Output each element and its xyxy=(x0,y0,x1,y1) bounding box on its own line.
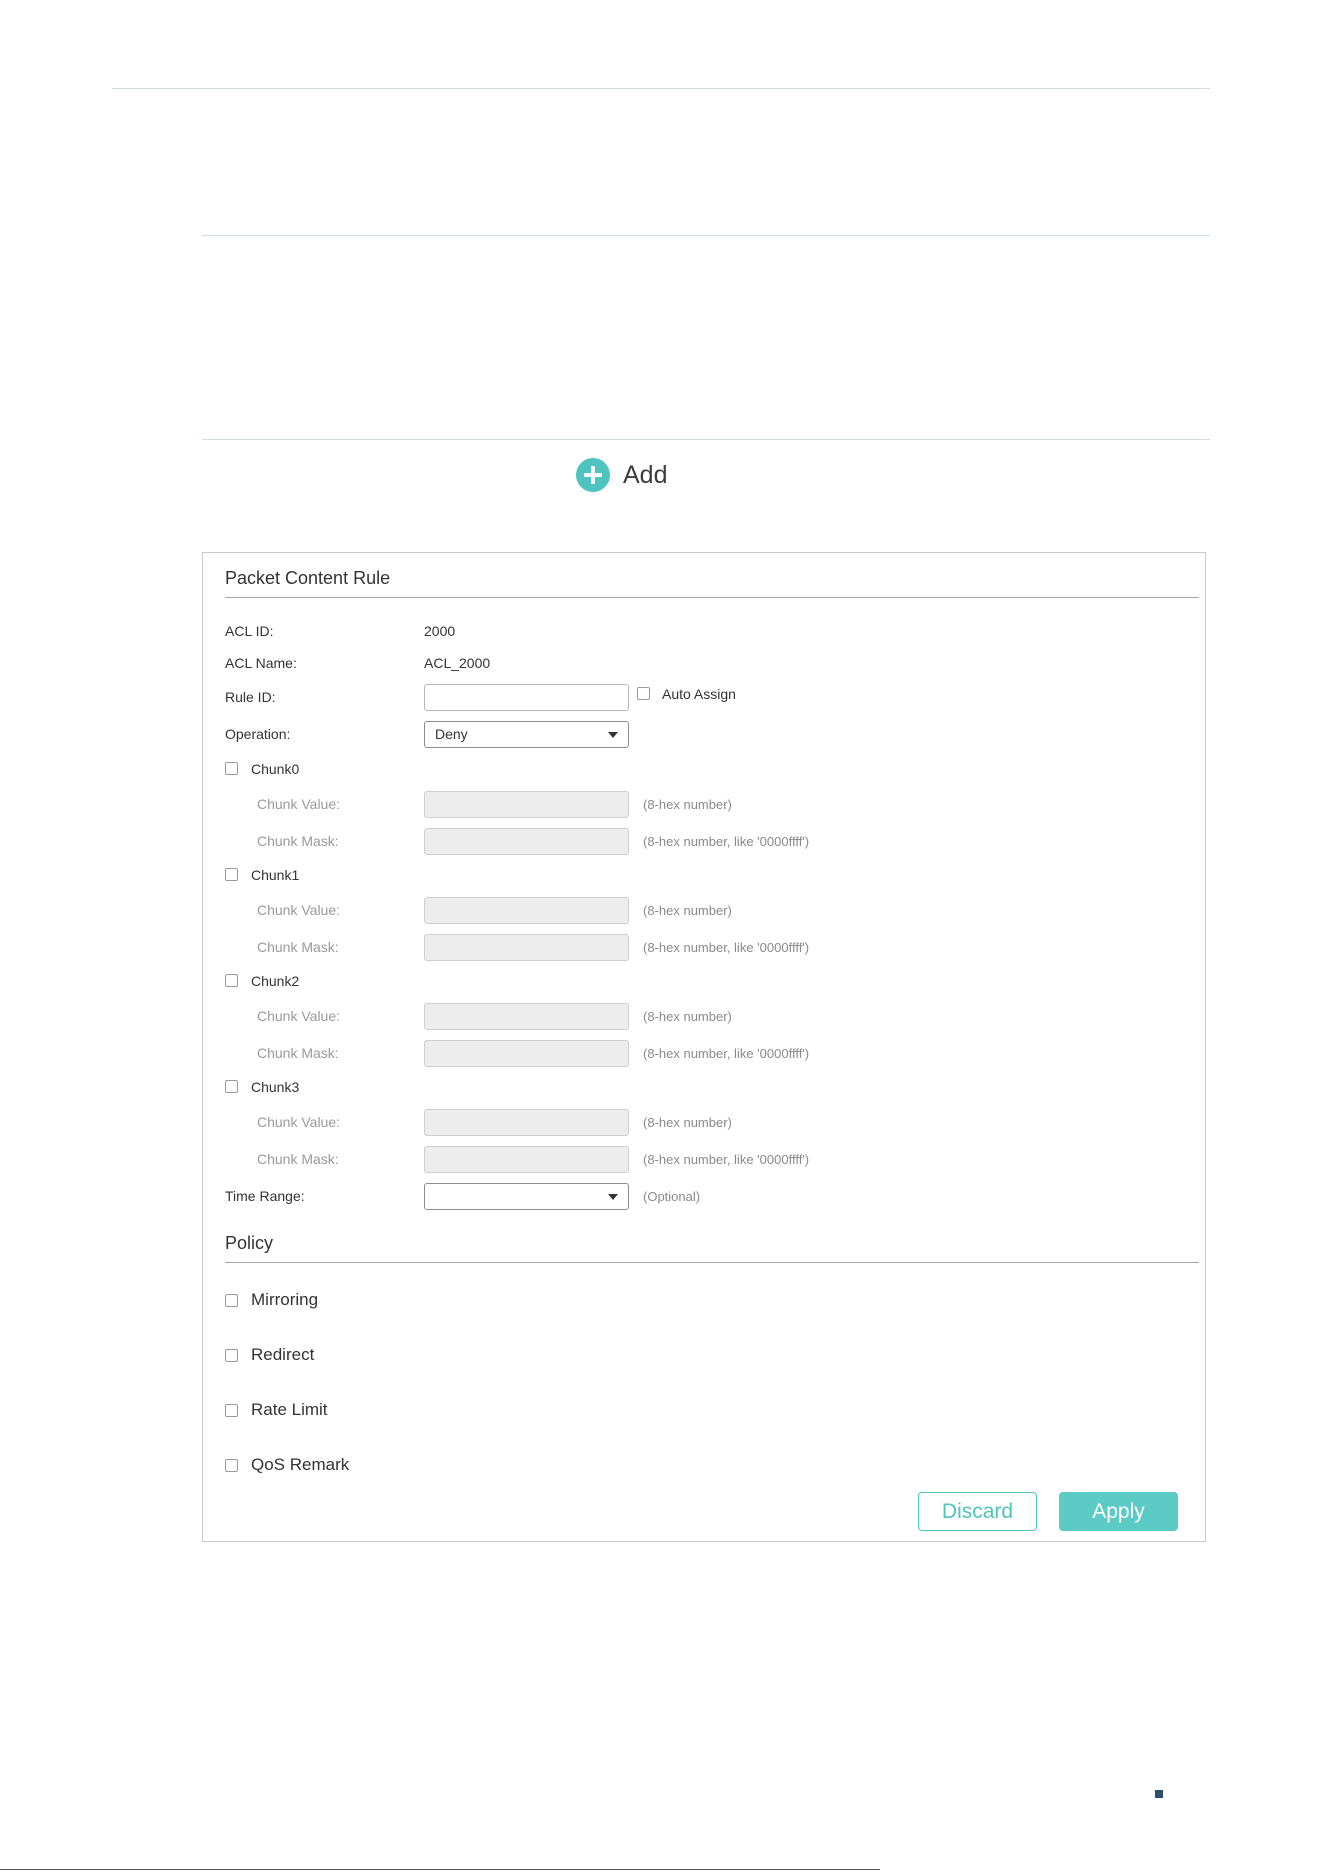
footer-line xyxy=(0,1869,880,1870)
time-range-hint: (Optional) xyxy=(643,1189,701,1204)
acl-id-value: 2000 xyxy=(424,623,456,639)
acl-id-label: ACL ID: xyxy=(225,623,274,639)
qos-remark-checkbox[interactable] xyxy=(225,1459,238,1472)
plus-circle-icon xyxy=(576,458,610,492)
section-underline xyxy=(225,597,1199,598)
acl-name-value: ACL_2000 xyxy=(424,655,491,671)
chunk3-label: Chunk3 xyxy=(251,1079,300,1095)
mirroring-label: Mirroring xyxy=(251,1290,319,1309)
chunk3-value-hint: (8-hex number) xyxy=(643,1115,732,1130)
chunk3-value-input[interactable] xyxy=(424,1109,629,1136)
chunk3-mask-label: Chunk Mask: xyxy=(257,1151,339,1167)
chunk1-value-input[interactable] xyxy=(424,897,629,924)
rule-id-input[interactable] xyxy=(424,684,629,711)
chunk0-mask-input[interactable] xyxy=(424,828,629,855)
operation-select[interactable]: Deny xyxy=(424,721,629,748)
chunk2-label: Chunk2 xyxy=(251,973,300,989)
discard-button[interactable]: Discard xyxy=(918,1492,1037,1531)
chevron-down-icon xyxy=(608,732,618,738)
chunk2-mask-input[interactable] xyxy=(424,1040,629,1067)
time-range-select[interactable] xyxy=(424,1183,629,1210)
section-title-packet-content-rule: Packet Content Rule xyxy=(225,568,391,588)
rate-limit-checkbox[interactable] xyxy=(225,1404,238,1417)
section-underline xyxy=(225,1262,1199,1263)
chunk1-checkbox[interactable] xyxy=(225,868,238,881)
chunk1-value-label: Chunk Value: xyxy=(257,902,341,918)
operation-selected-value: Deny xyxy=(435,726,468,742)
chunk3-checkbox[interactable] xyxy=(225,1080,238,1093)
page-marker xyxy=(1155,1790,1163,1798)
chunk2-mask-label: Chunk Mask: xyxy=(257,1045,339,1061)
chunk1-label: Chunk1 xyxy=(251,867,300,883)
auto-assign-checkbox[interactable] xyxy=(637,687,650,700)
add-label: Add xyxy=(623,460,668,489)
auto-assign-label: Auto Assign xyxy=(662,686,736,702)
chunk0-label: Chunk0 xyxy=(251,761,300,777)
redirect-checkbox[interactable] xyxy=(225,1349,238,1362)
chunk0-mask-hint: (8-hex number, like '0000ffff') xyxy=(643,834,810,849)
chevron-down-icon xyxy=(608,1194,618,1200)
mirroring-checkbox[interactable] xyxy=(225,1294,238,1307)
packet-content-rule-panel: Packet Content Rule ACL ID: 2000 ACL Nam… xyxy=(202,552,1206,1542)
chunk2-checkbox[interactable] xyxy=(225,974,238,987)
section-divider-2 xyxy=(202,439,1210,440)
rule-id-label: Rule ID: xyxy=(225,689,276,705)
add-button[interactable]: Add xyxy=(576,458,667,492)
chunk1-mask-input[interactable] xyxy=(424,934,629,961)
chunk1-mask-hint: (8-hex number, like '0000ffff') xyxy=(643,940,810,955)
chunk0-mask-label: Chunk Mask: xyxy=(257,833,339,849)
chunk2-value-input[interactable] xyxy=(424,1003,629,1030)
chunk1-mask-label: Chunk Mask: xyxy=(257,939,339,955)
rate-limit-label: Rate Limit xyxy=(251,1400,328,1419)
chunk1-value-hint: (8-hex number) xyxy=(643,903,732,918)
redirect-label: Redirect xyxy=(251,1345,315,1364)
chunk2-value-hint: (8-hex number) xyxy=(643,1009,732,1024)
chunk0-checkbox[interactable] xyxy=(225,762,238,775)
operation-label: Operation: xyxy=(225,726,291,742)
chunk2-value-label: Chunk Value: xyxy=(257,1008,341,1024)
top-divider xyxy=(112,88,1210,89)
section-divider-1 xyxy=(202,235,1210,236)
chunk0-value-label: Chunk Value: xyxy=(257,796,341,812)
chunk3-mask-hint: (8-hex number, like '0000ffff') xyxy=(643,1152,810,1167)
chunk0-value-hint: (8-hex number) xyxy=(643,797,732,812)
time-range-label: Time Range: xyxy=(225,1188,305,1204)
chunk3-mask-input[interactable] xyxy=(424,1146,629,1173)
chunk0-value-input[interactable] xyxy=(424,791,629,818)
apply-button[interactable]: Apply xyxy=(1059,1492,1178,1531)
chunk2-mask-hint: (8-hex number, like '0000ffff') xyxy=(643,1046,810,1061)
section-title-policy: Policy xyxy=(225,1233,274,1253)
acl-name-label: ACL Name: xyxy=(225,655,297,671)
qos-remark-label: QoS Remark xyxy=(251,1455,350,1474)
chunk3-value-label: Chunk Value: xyxy=(257,1114,341,1130)
